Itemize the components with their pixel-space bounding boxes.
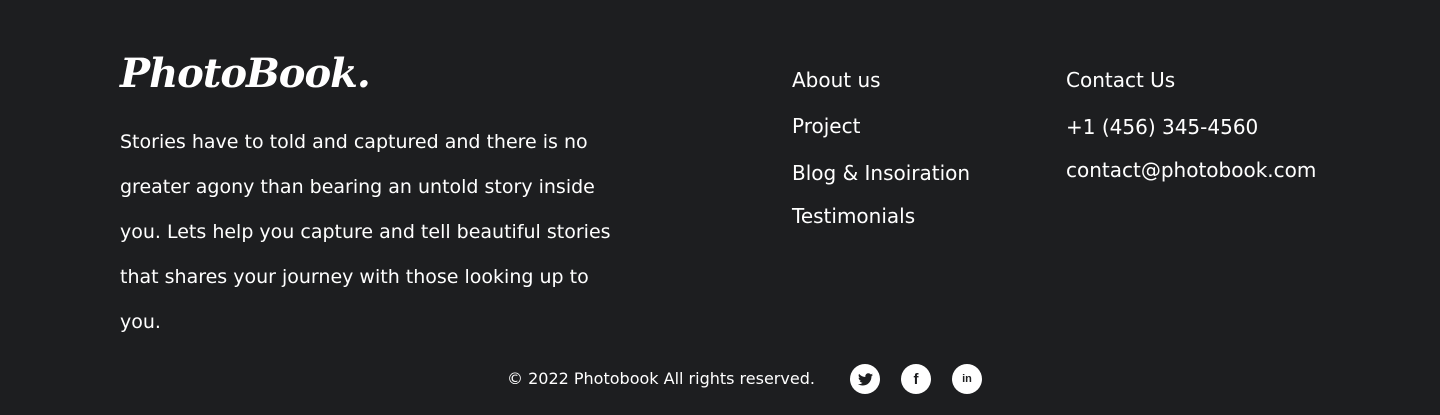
linkedin-link[interactable]: in [952, 364, 982, 394]
twitter-icon [857, 372, 873, 386]
copyright-text: © 2022 Photobook All rights reserved. [507, 369, 815, 388]
site-footer: PhotoBook. Stories have to told and capt… [0, 0, 1440, 415]
facebook-link[interactable]: f [901, 364, 931, 394]
facebook-icon: f [913, 370, 919, 388]
footer-bottom-bar: © 2022 Photobook All rights reserved. f … [0, 362, 1440, 396]
nav-link-blog-inspiration[interactable]: Blog & Insoiration [792, 159, 970, 187]
nav-link-testimonials[interactable]: Testimonials [792, 202, 915, 230]
nav-link-project[interactable]: Project [792, 112, 860, 140]
linkedin-icon: in [962, 372, 972, 385]
contact-phone[interactable]: +1 (456) 345-4560 [1066, 113, 1258, 141]
contact-heading: Contact Us [1066, 68, 1176, 92]
contact-email[interactable]: contact@photobook.com [1066, 156, 1316, 184]
brand-logo[interactable]: PhotoBook. [120, 46, 371, 102]
twitter-link[interactable] [850, 364, 880, 394]
nav-link-about-us[interactable]: About us [792, 66, 881, 94]
about-description: Stories have to told and captured and th… [120, 131, 611, 333]
